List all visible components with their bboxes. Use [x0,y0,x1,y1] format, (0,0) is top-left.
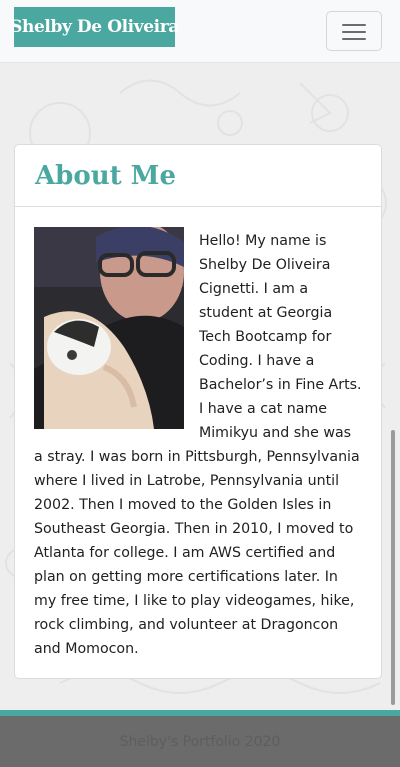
footer: Shelby's Portfolio 2020 [0,716,400,767]
navbar-toggle-button[interactable] [326,11,382,51]
about-card: About Me Hello! My name is Shelby De Oli… [14,144,382,679]
page-scrollbar[interactable] [391,430,395,705]
profile-photo [34,227,184,429]
about-title: About Me [35,160,176,191]
navbar: Shelby De Oliveira [0,0,400,63]
brand-logo-link[interactable]: Shelby De Oliveira [10,7,179,47]
about-card-body: Hello! My name is Shelby De Oliveira Cig… [15,207,381,661]
footer-text: Shelby's Portfolio 2020 [119,733,281,750]
about-card-header: About Me [15,145,381,207]
